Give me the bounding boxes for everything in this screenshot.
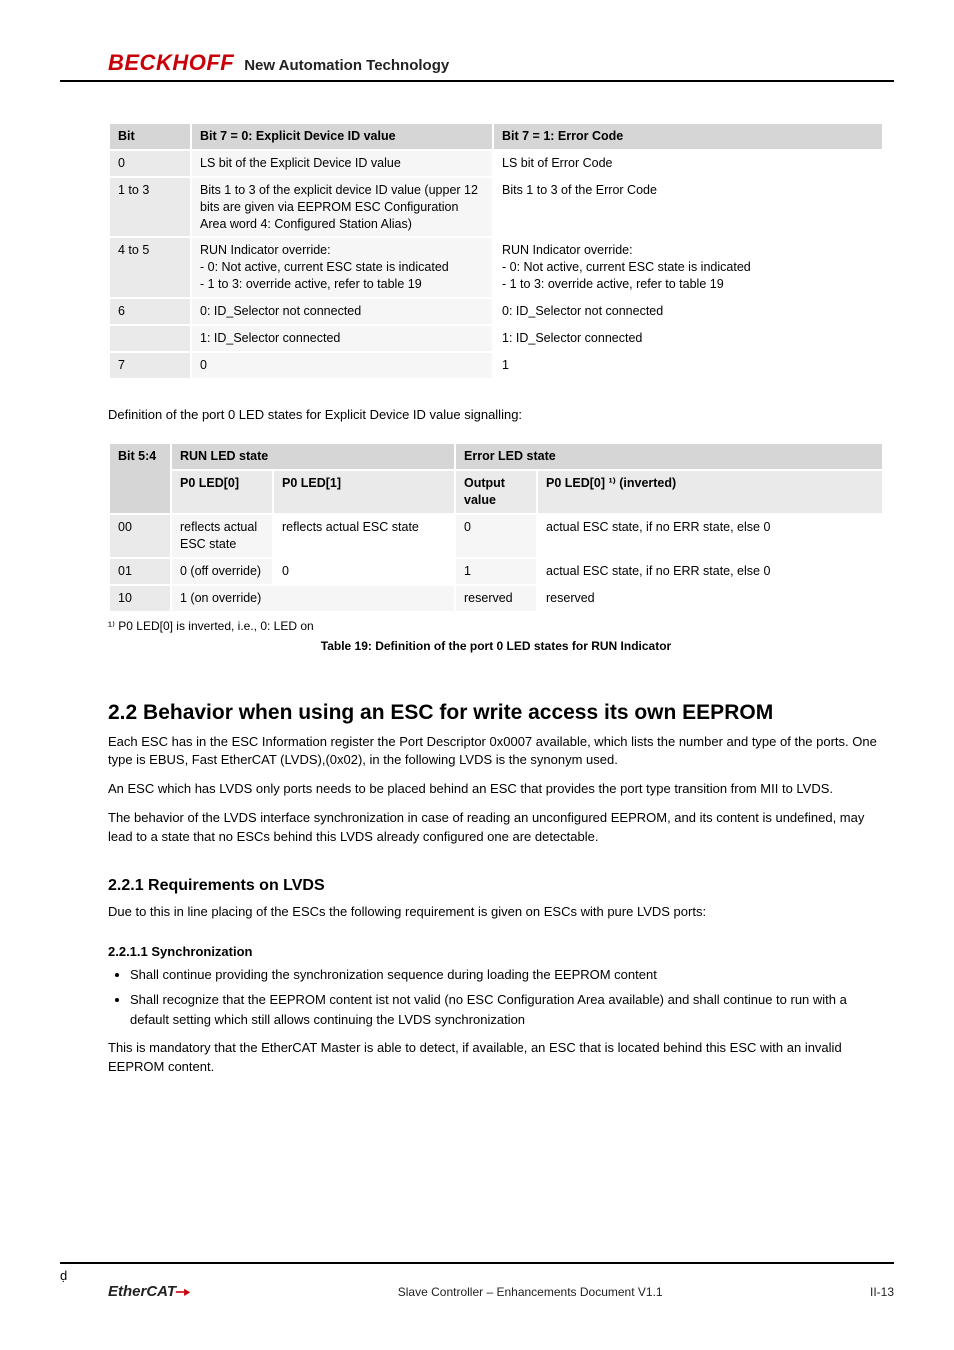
t1-r1-bit: 1 to 3 xyxy=(110,178,190,237)
t1-r1-b: Bits 1 to 3 of the Error Code xyxy=(494,178,882,237)
t1-h-col-a: Bit 7 = 0: Explicit Device ID value xyxy=(192,124,492,149)
t1-r4-b: 1: ID_Selector connected xyxy=(494,326,882,351)
brand-logo: BECKHOFF xyxy=(108,50,234,76)
bullet-item: Shall continue providing the synchroniza… xyxy=(130,965,884,985)
footer-logo: EtherCAT⎯▸ xyxy=(108,1283,190,1300)
t2-r2-c3: reserved xyxy=(456,586,536,611)
t1-r3-a: 0: ID_Selector not connected xyxy=(192,299,492,324)
t1-h-col-b: Bit 7 = 1: Error Code xyxy=(494,124,882,149)
bullet-item: Shall recognize that the EEPROM content … xyxy=(130,990,884,1029)
section-2-2-1-1-last: This is mandatory that the EtherCAT Mast… xyxy=(108,1039,884,1077)
run-indicator-table: Bit 5:4 RUN LED state Error LED state P0… xyxy=(108,442,884,612)
t2-r0-c3: 0 xyxy=(456,515,536,557)
t2-r0-c2: reflects actual ESC state xyxy=(274,515,454,557)
t1-r5-bit: 7 xyxy=(110,353,190,378)
section-2-2-1-p: Due to this in line placing of the ESCs … xyxy=(108,903,884,922)
t1-r4-a: 1: ID_Selector connected xyxy=(192,326,492,351)
t2-h-err: Error LED state xyxy=(456,444,882,469)
t2-sh-p0led0: P0 LED[0] xyxy=(172,471,272,513)
t1-r0-b: LS bit of Error Code xyxy=(494,151,882,176)
t2-sh-p0led1: P0 LED[1] xyxy=(274,471,454,513)
header-rule xyxy=(60,80,894,82)
t2-r1-c1: 0 (off override) xyxy=(172,559,272,584)
footer-center-text: Slave Controller – Enhancements Document… xyxy=(398,1285,663,1299)
t2-r0-c0: 00 xyxy=(110,515,170,557)
t1-r3-b: 0: ID_Selector not connected xyxy=(494,299,882,324)
t2-footnote: ¹⁾ P0 LED[0] is inverted, i.e., 0: LED o… xyxy=(108,619,884,633)
t1-r2-b: RUN Indicator override: - 0: Not active,… xyxy=(494,238,882,297)
t2-r1-c3: 1 xyxy=(456,559,536,584)
t1-r4-bit xyxy=(110,326,190,351)
t1-r2-bit: 4 to 5 xyxy=(110,238,190,297)
t1-r0-a: LS bit of the Explicit Device ID value xyxy=(192,151,492,176)
page-footer: ḍ EtherCAT⎯▸ Slave Controller – Enhancem… xyxy=(60,1262,894,1300)
t1-r3-bit: 6 xyxy=(110,299,190,324)
t2-r0-c1: reflects actual ESC state xyxy=(172,515,272,557)
t1-r5-b: 1 xyxy=(494,353,882,378)
t1-caption: Definition of the port 0 LED states for … xyxy=(108,406,884,425)
t1-r1-a: Bits 1 to 3 of the explicit device ID va… xyxy=(192,178,492,237)
t1-r0-bit: 0 xyxy=(110,151,190,176)
t2-r1-c2: 0 xyxy=(274,559,454,584)
t1-r2-a: RUN Indicator override: - 0: Not active,… xyxy=(192,238,492,297)
device-id-bit-table: Bit Bit 7 = 0: Explicit Device ID value … xyxy=(108,122,884,380)
t2-r1-c4: actual ESC state, if no ERR state, else … xyxy=(538,559,882,584)
t2-sh-outval: Output value xyxy=(456,471,536,513)
t2-h-bit: Bit 5:4 xyxy=(110,444,170,513)
t2-r2-c0: 10 xyxy=(110,586,170,611)
t1-r5-a: 0 xyxy=(192,353,492,378)
section-2-2-title: 2.2 Behavior when using an ESC for write… xyxy=(108,701,884,725)
t2-h-run: RUN LED state xyxy=(172,444,454,469)
footer-page-number: II-13 xyxy=(870,1285,894,1299)
t1-h-bit: Bit xyxy=(110,124,190,149)
section-2-2-1-1-title: 2.2.1.1 Synchronization xyxy=(108,944,884,959)
t2-r2-c12: 1 (on override) xyxy=(172,586,454,611)
t2-r2-c4: reserved xyxy=(538,586,882,611)
section-2-2-p3: The behavior of the LVDS interface synch… xyxy=(108,809,884,847)
t2-caption: Table 19: Definition of the port 0 LED s… xyxy=(108,639,884,653)
t2-sh-p0led0inv: P0 LED[0] ¹⁾ (inverted) xyxy=(538,471,882,513)
t2-r1-c0: 01 xyxy=(110,559,170,584)
section-2-2-p2: An ESC which has LVDS only ports needs t… xyxy=(108,780,884,799)
t2-r0-c4: actual ESC state, if no ERR state, else … xyxy=(538,515,882,557)
section-2-2-p1: Each ESC has in the ESC Information regi… xyxy=(108,733,884,771)
brand-tagline: New Automation Technology xyxy=(244,57,449,74)
section-2-2-1-title: 2.2.1 Requirements on LVDS xyxy=(108,877,884,895)
